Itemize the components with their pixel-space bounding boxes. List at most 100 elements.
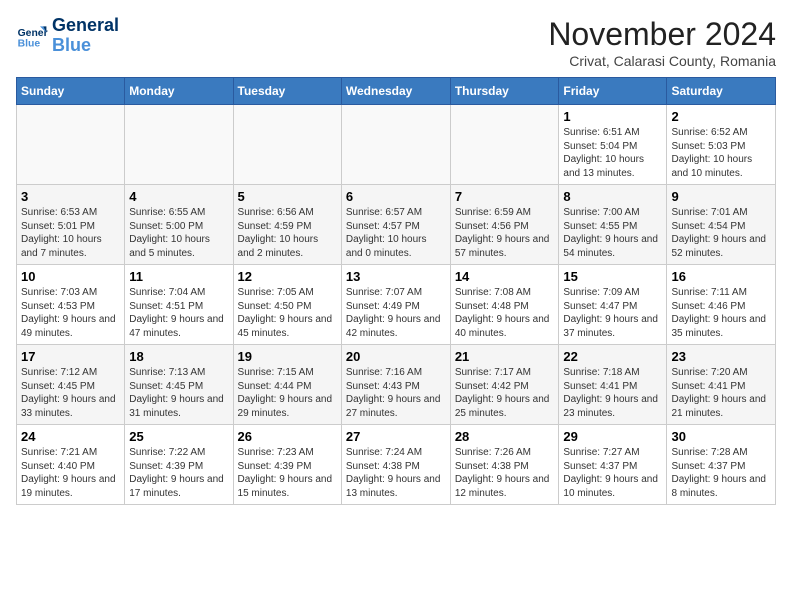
calendar-cell: 25Sunrise: 7:22 AM Sunset: 4:39 PM Dayli… xyxy=(125,425,233,505)
day-info: Sunrise: 7:00 AM Sunset: 4:55 PM Dayligh… xyxy=(563,206,662,260)
day-info: Sunrise: 6:59 AM Sunset: 4:56 PM Dayligh… xyxy=(455,206,555,260)
day-info: Sunrise: 6:56 AM Sunset: 4:59 PM Dayligh… xyxy=(238,206,337,260)
calendar-cell: 15 Sunrise: 7:09 AM Sunset: 4:47 PM Dayli… xyxy=(559,265,667,345)
day-info: Sunrise: 7:21 AM Sunset: 4:40 PM Dayligh… xyxy=(21,446,120,500)
logo: General Blue General Blue xyxy=(16,16,119,56)
day-info: Sunrise: 6:53 AM Sunset: 5:01 PM Dayligh… xyxy=(21,206,120,260)
day-number: 12 xyxy=(238,269,337,284)
day-info: Sunrise: 7:26 AM Sunset: 4:38 PM Dayligh… xyxy=(455,446,555,500)
day-number: 19 xyxy=(238,349,337,364)
day-number: 22 xyxy=(563,349,662,364)
header: General Blue General Blue November 2024 … xyxy=(16,16,776,69)
calendar-cell: 11 Sunrise: 7:04 AM Sunset: 4:51 PM Dayli… xyxy=(125,265,233,345)
day-info: Sunrise: 7:20 AM Sunset: 4:41 PM Dayligh… xyxy=(671,366,771,420)
day-number: 14 xyxy=(455,269,555,284)
calendar-cell: 8 Sunrise: 7:00 AM Sunset: 4:55 PM Daylig… xyxy=(559,185,667,265)
day-info: Sunrise: 7:04 AM Sunset: 4:51 PM Dayligh… xyxy=(129,286,228,340)
day-info: Sunrise: 7:28 AM Sunset: 4:37 PM Dayligh… xyxy=(671,446,771,500)
calendar-cell xyxy=(450,105,559,185)
weekday-header: Saturday xyxy=(667,78,776,105)
calendar-week-row: 24 Sunrise: 7:21 AM Sunset: 4:40 PM Dayli… xyxy=(17,425,776,505)
day-number: 23 xyxy=(671,349,771,364)
day-info: Sunrise: 7:24 AM Sunset: 4:38 PM Dayligh… xyxy=(346,446,446,500)
day-number: 17 xyxy=(21,349,120,364)
logo-icon: General Blue xyxy=(16,20,48,52)
calendar-cell: 1Sunrise: 6:51 AM Sunset: 5:04 PM Daylig… xyxy=(559,105,667,185)
calendar-cell: 2 Sunrise: 6:52 AM Sunset: 5:03 PM Daylig… xyxy=(667,105,776,185)
calendar-cell xyxy=(341,105,450,185)
calendar-cell: 12 Sunrise: 7:05 AM Sunset: 4:50 PM Dayli… xyxy=(233,265,341,345)
month-title: November 2024 xyxy=(548,16,776,53)
calendar-header: SundayMondayTuesdayWednesdayThursdayFrid… xyxy=(17,78,776,105)
day-number: 16 xyxy=(671,269,771,284)
calendar-cell xyxy=(17,105,125,185)
day-info: Sunrise: 7:01 AM Sunset: 4:54 PM Dayligh… xyxy=(671,206,771,260)
header-row: SundayMondayTuesdayWednesdayThursdayFrid… xyxy=(17,78,776,105)
calendar-cell: 19 Sunrise: 7:15 AM Sunset: 4:44 PM Dayli… xyxy=(233,345,341,425)
calendar-cell: 26 Sunrise: 7:23 AM Sunset: 4:39 PM Dayli… xyxy=(233,425,341,505)
day-number: 11 xyxy=(129,269,228,284)
day-number: 27 xyxy=(346,429,446,444)
calendar-cell: 27 Sunrise: 7:24 AM Sunset: 4:38 PM Dayli… xyxy=(341,425,450,505)
calendar-cell: 20 Sunrise: 7:16 AM Sunset: 4:43 PM Dayli… xyxy=(341,345,450,425)
logo-blue: Blue xyxy=(52,36,119,56)
calendar-cell: 30 Sunrise: 7:28 AM Sunset: 4:37 PM Dayli… xyxy=(667,425,776,505)
svg-text:Blue: Blue xyxy=(18,38,41,49)
calendar-body: 1Sunrise: 6:51 AM Sunset: 5:04 PM Daylig… xyxy=(17,105,776,505)
calendar-cell: 6Sunrise: 6:57 AM Sunset: 4:57 PM Daylig… xyxy=(341,185,450,265)
calendar-week-row: 17 Sunrise: 7:12 AM Sunset: 4:45 PM Dayli… xyxy=(17,345,776,425)
weekday-header: Monday xyxy=(125,78,233,105)
day-info: Sunrise: 7:22 AM Sunset: 4:39 PM Dayligh… xyxy=(129,446,228,500)
day-number: 10 xyxy=(21,269,120,284)
day-info: Sunrise: 7:09 AM Sunset: 4:47 PM Dayligh… xyxy=(563,286,662,340)
day-number: 9 xyxy=(671,189,771,204)
day-info: Sunrise: 6:52 AM Sunset: 5:03 PM Dayligh… xyxy=(671,126,771,180)
day-number: 29 xyxy=(563,429,662,444)
calendar-cell: 23 Sunrise: 7:20 AM Sunset: 4:41 PM Dayli… xyxy=(667,345,776,425)
day-info: Sunrise: 7:17 AM Sunset: 4:42 PM Dayligh… xyxy=(455,366,555,420)
calendar-cell: 22 Sunrise: 7:18 AM Sunset: 4:41 PM Dayli… xyxy=(559,345,667,425)
day-number: 26 xyxy=(238,429,337,444)
day-number: 2 xyxy=(671,109,771,124)
calendar-cell: 29Sunrise: 7:27 AM Sunset: 4:37 PM Dayli… xyxy=(559,425,667,505)
day-info: Sunrise: 7:16 AM Sunset: 4:43 PM Dayligh… xyxy=(346,366,446,420)
day-info: Sunrise: 7:08 AM Sunset: 4:48 PM Dayligh… xyxy=(455,286,555,340)
day-info: Sunrise: 7:13 AM Sunset: 4:45 PM Dayligh… xyxy=(129,366,228,420)
day-info: Sunrise: 7:03 AM Sunset: 4:53 PM Dayligh… xyxy=(21,286,120,340)
day-number: 24 xyxy=(21,429,120,444)
weekday-header: Tuesday xyxy=(233,78,341,105)
day-info: Sunrise: 7:23 AM Sunset: 4:39 PM Dayligh… xyxy=(238,446,337,500)
calendar-cell: 4Sunrise: 6:55 AM Sunset: 5:00 PM Daylig… xyxy=(125,185,233,265)
calendar-cell: 17 Sunrise: 7:12 AM Sunset: 4:45 PM Dayli… xyxy=(17,345,125,425)
calendar-table: SundayMondayTuesdayWednesdayThursdayFrid… xyxy=(16,77,776,505)
day-number: 15 xyxy=(563,269,662,284)
day-info: Sunrise: 7:18 AM Sunset: 4:41 PM Dayligh… xyxy=(563,366,662,420)
calendar-cell: 24 Sunrise: 7:21 AM Sunset: 4:40 PM Dayli… xyxy=(17,425,125,505)
day-number: 28 xyxy=(455,429,555,444)
day-number: 1 xyxy=(563,109,662,124)
day-number: 7 xyxy=(455,189,555,204)
day-info: Sunrise: 7:12 AM Sunset: 4:45 PM Dayligh… xyxy=(21,366,120,420)
day-number: 3 xyxy=(21,189,120,204)
day-info: Sunrise: 7:11 AM Sunset: 4:46 PM Dayligh… xyxy=(671,286,771,340)
day-info: Sunrise: 7:05 AM Sunset: 4:50 PM Dayligh… xyxy=(238,286,337,340)
day-number: 20 xyxy=(346,349,446,364)
subtitle: Crivat, Calarasi County, Romania xyxy=(548,53,776,69)
day-number: 30 xyxy=(671,429,771,444)
calendar-week-row: 1Sunrise: 6:51 AM Sunset: 5:04 PM Daylig… xyxy=(17,105,776,185)
day-info: Sunrise: 7:07 AM Sunset: 4:49 PM Dayligh… xyxy=(346,286,446,340)
calendar-cell: 3 Sunrise: 6:53 AM Sunset: 5:01 PM Daylig… xyxy=(17,185,125,265)
weekday-header: Friday xyxy=(559,78,667,105)
day-info: Sunrise: 7:15 AM Sunset: 4:44 PM Dayligh… xyxy=(238,366,337,420)
calendar-cell xyxy=(233,105,341,185)
day-number: 21 xyxy=(455,349,555,364)
calendar-cell: 16 Sunrise: 7:11 AM Sunset: 4:46 PM Dayli… xyxy=(667,265,776,345)
day-number: 8 xyxy=(563,189,662,204)
calendar-week-row: 3 Sunrise: 6:53 AM Sunset: 5:01 PM Daylig… xyxy=(17,185,776,265)
logo-general: General xyxy=(52,16,119,36)
day-info: Sunrise: 6:55 AM Sunset: 5:00 PM Dayligh… xyxy=(129,206,228,260)
calendar-cell: 28 Sunrise: 7:26 AM Sunset: 4:38 PM Dayli… xyxy=(450,425,559,505)
calendar-cell: 21 Sunrise: 7:17 AM Sunset: 4:42 PM Dayli… xyxy=(450,345,559,425)
calendar-cell: 13Sunrise: 7:07 AM Sunset: 4:49 PM Dayli… xyxy=(341,265,450,345)
weekday-header: Wednesday xyxy=(341,78,450,105)
